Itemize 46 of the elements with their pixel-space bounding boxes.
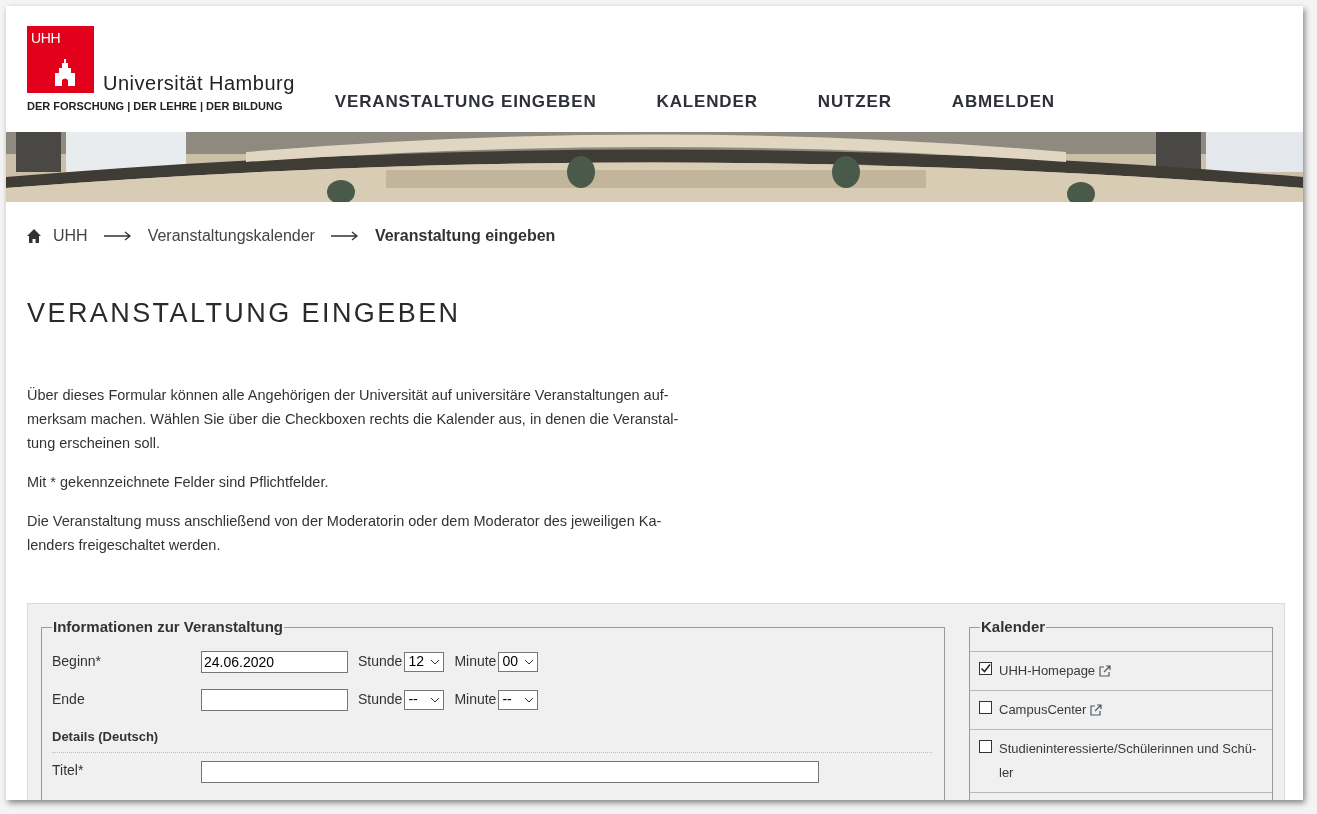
checkbox[interactable] [979,739,992,753]
logo-mark[interactable]: UHH [27,26,94,93]
dropdown[interactable]: 00 [498,651,539,672]
intro-paragraph: Die Veranstaltung muss anschließend von der Moderatorin oder dem Moderator des jeweiligen Ka- lenders freigeschaltet werden. [27,512,663,555]
dropdown[interactable]: -- [404,689,445,710]
chevron-icon [430,696,441,703]
fieldset-legend: Kalender [980,616,1047,639]
arrow-icon [103,231,132,241]
field-label: Ende [52,690,86,709]
calendar-label: UHH-Homepage [999,661,1096,680]
check-icon [980,662,991,674]
section-heading: Details (Deutsch) [52,726,932,753]
breadcrumb-link[interactable]: Veranstaltungskalender [147,224,315,248]
breadcrumb-link[interactable]: UHH [53,224,88,248]
university-name: Universität Hamburg [103,73,295,93]
title-field[interactable] [201,761,819,783]
date-field[interactable]: 24.06.2020 [201,650,348,673]
nav-link[interactable]: KALENDER [656,88,758,114]
calendar-label: Studieninteressierte/Schülerinnen und Schü- ler [999,739,1257,782]
intro-paragraph: Über dieses Formular können alle Angehörigen der Universität auf universitäre Veranstaltungen auf- merksam machen. Wählen Sie über die Checkboxen rechts die Kalender aus, in denen die Veranstal- tung erscheinen soll. [27,386,680,453]
page-heading: VERANSTALTUNG EINGEBEN [26,300,462,327]
chevron-icon [524,696,535,703]
field-label: Minute [454,690,497,709]
checkbox[interactable] [979,700,992,714]
calendar-label: CampusCenter [999,700,1087,719]
fieldset-legend: Informationen zur Veranstaltung [52,616,285,639]
chevron-icon [524,658,535,665]
nav-link[interactable]: ABMELDEN [951,88,1055,114]
nav-link[interactable]: NUTZER [817,88,892,114]
field-label: Beginn* [52,652,103,671]
home-icon [27,229,41,243]
intro-paragraph: Mit * gekennzeichnete Felder sind Pflichtfelder. [27,473,330,492]
field-label: Stunde [358,690,403,709]
arrow-icon [330,231,359,241]
field-label: Titel* [52,761,85,779]
breadcrumb-link[interactable]: Veranstaltung eingeben [374,224,556,248]
nav-link[interactable]: VERANSTALTUNG EINGEBEN [334,88,597,114]
dropdown[interactable]: 12 [404,651,445,672]
castle-icon [53,59,77,86]
field-label: Stunde [358,652,403,671]
tagline: DER FORSCHUNG | DER LEHRE | DER BILDUNG [27,101,284,112]
date-field[interactable] [201,688,348,711]
field-label: Minute [454,652,497,671]
chevron-icon [430,658,441,665]
dropdown[interactable]: -- [498,689,539,710]
checkbox[interactable] [979,661,992,675]
